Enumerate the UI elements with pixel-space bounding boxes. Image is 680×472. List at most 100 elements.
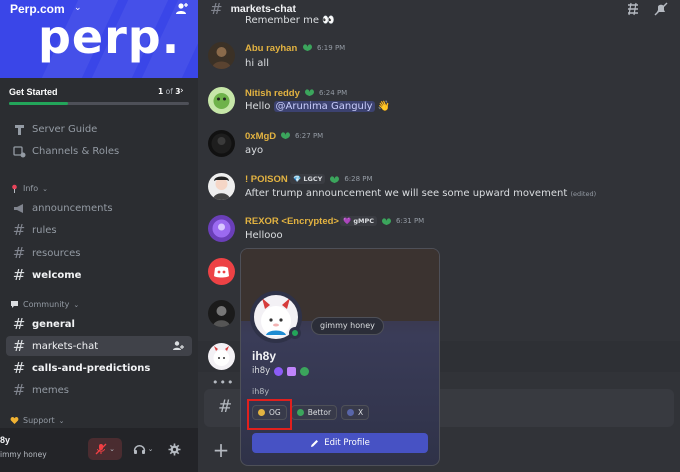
role-pill-bettor[interactable]: Bettor bbox=[290, 405, 338, 420]
sidebar-item-label: Server Guide bbox=[32, 123, 98, 135]
message-timestamp: 6:24 PM bbox=[319, 88, 348, 97]
sidebar-item-memes[interactable]: # memes bbox=[6, 380, 192, 400]
category-label: Community bbox=[23, 300, 70, 309]
user-settings-button[interactable] bbox=[164, 438, 184, 460]
message-meta: 6:24 PM bbox=[304, 88, 347, 97]
category-label: Support bbox=[23, 416, 55, 425]
profile-display-name: ih8y bbox=[252, 349, 277, 363]
mute-toggle-button[interactable]: ⌄ bbox=[88, 438, 122, 460]
channel-title: markets-chat bbox=[230, 3, 296, 15]
category-community[interactable]: Community ⌄ bbox=[10, 300, 79, 309]
custom-status-bubble[interactable]: gimmy honey bbox=[311, 317, 384, 335]
message-timestamp: 6:27 PM bbox=[295, 131, 324, 140]
avatar[interactable] bbox=[208, 300, 235, 327]
sidebar-item-announcements[interactable]: announcements bbox=[6, 198, 192, 218]
message-author[interactable]: 0xMgD bbox=[245, 131, 276, 142]
speech-bubble-icon bbox=[11, 301, 18, 308]
notification-bell-muted-icon[interactable] bbox=[654, 2, 668, 16]
role-tag[interactable]: 💜 gMPC bbox=[340, 216, 378, 226]
get-started-count: 1 of 3 bbox=[158, 87, 181, 96]
sidebar-item-channels-roles[interactable]: Channels & Roles bbox=[6, 141, 192, 161]
sidebar-item-label: memes bbox=[32, 384, 69, 396]
sidebar-item-label: rules bbox=[32, 224, 57, 236]
sidebar-item-welcome[interactable]: # welcome bbox=[6, 265, 192, 285]
sidebar-item-rules[interactable]: # rules bbox=[6, 220, 192, 240]
sidebar-item-label: resources bbox=[32, 247, 81, 259]
avatar[interactable] bbox=[208, 215, 235, 242]
leaf-badge-icon bbox=[281, 132, 290, 139]
add-attachment-button[interactable]: + bbox=[208, 438, 234, 464]
sidebar-item-label: markets-chat bbox=[32, 340, 99, 352]
annotation-highlight-box bbox=[247, 399, 292, 430]
leaf-badge-icon bbox=[303, 44, 312, 51]
role-pill-x[interactable]: X bbox=[341, 405, 370, 420]
get-started-progress-fill bbox=[9, 102, 69, 105]
message-text: hi all bbox=[245, 58, 269, 69]
role-tag[interactable]: 💎 LGCY bbox=[290, 174, 326, 184]
role-label: Bettor bbox=[307, 408, 332, 417]
sidebar-item-label: announcements bbox=[32, 202, 113, 214]
avatar[interactable] bbox=[208, 42, 235, 69]
hash-icon: # bbox=[12, 315, 26, 333]
edit-profile-button[interactable]: Edit Profile bbox=[252, 433, 428, 453]
server-banner-logo: perp. bbox=[38, 10, 181, 64]
category-label: Info bbox=[23, 184, 39, 193]
add-member-icon[interactable] bbox=[172, 340, 184, 352]
threads-icon[interactable] bbox=[626, 2, 640, 16]
leaf-badge-icon bbox=[382, 217, 392, 225]
category-info[interactable]: Info ⌄ bbox=[10, 184, 48, 193]
message-author[interactable]: Nitish reddy bbox=[245, 88, 300, 99]
message-timestamp: 6:31 PM bbox=[396, 217, 425, 225]
avatar[interactable] bbox=[208, 87, 235, 114]
sidebar-item-server-guide[interactable]: Server Guide bbox=[6, 119, 192, 139]
message-meta: 💎 LGCY 6:28 PM bbox=[290, 174, 373, 184]
chevron-down-icon[interactable]: ⌄ bbox=[148, 445, 154, 453]
sidebar-item-label: calls-and-predictions bbox=[32, 362, 151, 374]
quest-badge-icon[interactable] bbox=[300, 366, 310, 376]
sidebar-item-general[interactable]: # general bbox=[6, 314, 192, 334]
avatar[interactable] bbox=[208, 343, 235, 370]
hash-icon: # bbox=[12, 221, 26, 239]
hash-icon: # bbox=[12, 266, 26, 284]
server-sidebar: Perp.com ⌄ perp. Get Started 1 of 3 › Se… bbox=[0, 0, 198, 472]
user-mention[interactable]: @Arunima Ganguly bbox=[273, 101, 375, 112]
profile-pronouns: ih8y bbox=[252, 387, 270, 396]
message-author[interactable]: Abu rayhan bbox=[245, 43, 297, 54]
nitro-badge-icon[interactable] bbox=[274, 366, 284, 376]
message-meta: 6:27 PM bbox=[280, 131, 323, 140]
channels-roles-icon bbox=[12, 144, 26, 158]
headphones-icon bbox=[133, 445, 145, 454]
hash-icon: # bbox=[12, 244, 26, 262]
get-started-label: Get Started bbox=[9, 87, 58, 97]
sidebar-item-resources[interactable]: # resources bbox=[6, 243, 192, 263]
get-started-progress[interactable]: Get Started 1 of 3 › bbox=[0, 78, 198, 110]
current-user-status: immy honey bbox=[0, 450, 47, 459]
profile-username: ih8y bbox=[252, 366, 271, 376]
avatar[interactable] bbox=[208, 130, 235, 157]
deafen-toggle-button[interactable]: ⌄ bbox=[128, 438, 158, 460]
discord-avatar[interactable] bbox=[208, 258, 235, 285]
mic-muted-icon bbox=[95, 443, 107, 455]
sidebar-item-label: welcome bbox=[32, 269, 82, 281]
current-user-name[interactable]: 8y bbox=[0, 435, 10, 445]
chevron-down-icon[interactable]: ⌄ bbox=[109, 445, 115, 453]
message-author[interactable]: REXOR <Encrypted> bbox=[245, 216, 339, 227]
category-support[interactable]: Support ⌄ bbox=[10, 416, 65, 425]
sidebar-item-calls-and-predictions[interactable]: # calls-and-predictions bbox=[6, 358, 192, 378]
wave-emoji: 👋 bbox=[377, 101, 391, 112]
leaf-badge-icon bbox=[305, 89, 314, 96]
get-started-progress-bar bbox=[9, 102, 189, 105]
pin-icon bbox=[12, 184, 17, 193]
hash-icon: # bbox=[218, 397, 233, 417]
user-profile-popout: gimmy honey ih8y ih8y ih8y OG Bettor X E… bbox=[240, 248, 440, 466]
server-banner[interactable]: Perp.com ⌄ perp. bbox=[0, 0, 198, 78]
message-author[interactable]: ! POISON bbox=[245, 174, 288, 185]
hypesquad-badge-icon[interactable] bbox=[287, 366, 297, 376]
chevron-down-icon: ⌄ bbox=[73, 300, 80, 309]
message-text: Hello @Arunima Ganguly 👋 bbox=[245, 101, 390, 112]
chevron-down-icon: ⌄ bbox=[58, 416, 65, 425]
edit-profile-label: Edit Profile bbox=[324, 438, 370, 448]
avatar[interactable] bbox=[208, 173, 235, 200]
message-text: Hellooo bbox=[245, 230, 283, 241]
sidebar-item-markets-chat[interactable]: # markets-chat bbox=[6, 336, 192, 356]
